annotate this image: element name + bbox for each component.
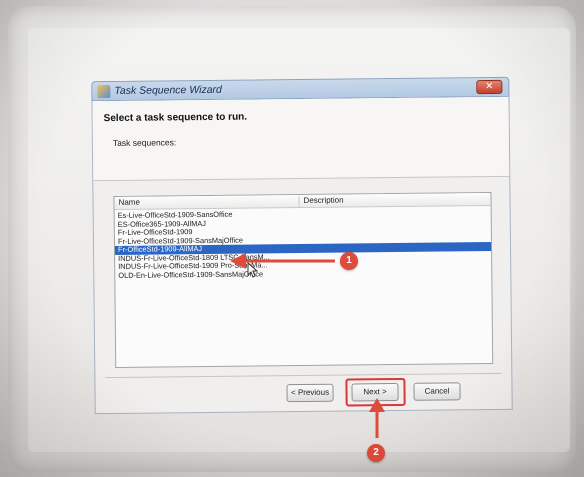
annotation-arrow-up bbox=[369, 398, 385, 438]
task-sequence-wizard-window: Task Sequence Wizard ✕ Select a task seq… bbox=[91, 76, 513, 415]
step-2-badge: 2 bbox=[367, 444, 385, 462]
footer-divider bbox=[105, 372, 502, 379]
task-sequence-list[interactable]: Name Description Es-Live-OfficeStd-1909-… bbox=[113, 192, 494, 368]
column-header-description[interactable]: Description bbox=[298, 195, 344, 209]
previous-button[interactable]: < Previous bbox=[286, 383, 334, 403]
close-button[interactable]: ✕ bbox=[476, 79, 503, 95]
step-1-badge: 1 bbox=[340, 252, 358, 270]
mouse-cursor-icon bbox=[247, 262, 259, 278]
wizard-header: Select a task sequence to run. Task sequ… bbox=[92, 96, 510, 182]
page-heading: Select a task sequence to run. bbox=[103, 111, 248, 125]
cancel-button[interactable]: Cancel bbox=[413, 382, 461, 401]
list-header: Name Description bbox=[114, 193, 491, 210]
window-title: Task Sequence Wizard bbox=[114, 83, 222, 97]
column-header-name[interactable]: Name bbox=[118, 198, 139, 207]
task-sequences-label: Task sequences: bbox=[112, 137, 177, 148]
wizard-app-icon bbox=[97, 84, 111, 99]
